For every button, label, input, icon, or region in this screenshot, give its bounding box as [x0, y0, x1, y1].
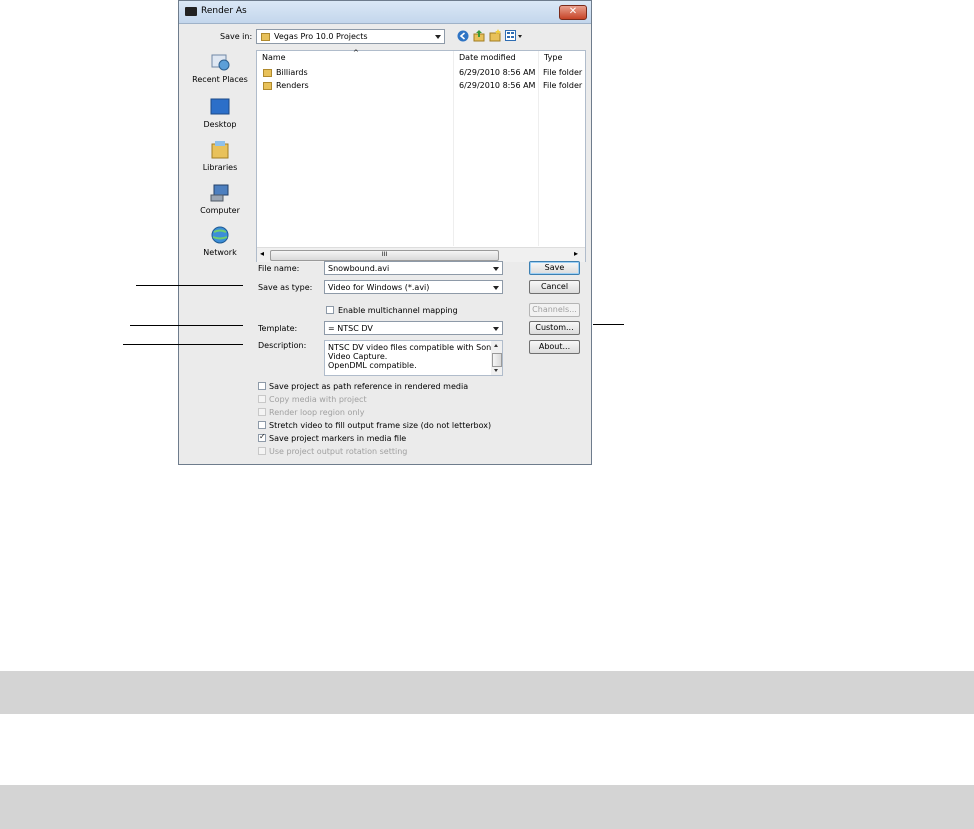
option-label: Stretch video to fill output frame size …: [269, 421, 492, 430]
multichannel-checkbox[interactable]: [326, 306, 334, 314]
type-cell: File folder: [543, 68, 583, 77]
stretch-video-checkbox[interactable]: [258, 421, 266, 429]
callout-line-template: [130, 325, 243, 326]
callout-line-description: [123, 344, 243, 345]
horizontal-scrollbar[interactable]: ◂ III ▸: [257, 247, 585, 262]
place-desktop[interactable]: Desktop: [185, 98, 255, 129]
table-row[interactable]: Renders 6/29/2010 8:56 AM File folder: [257, 80, 585, 93]
save-in-label: Save in:: [220, 32, 253, 41]
scroll-right-arrow[interactable]: ▸: [574, 249, 578, 258]
about-button[interactable]: About...: [529, 340, 580, 354]
back-icon[interactable]: [457, 30, 469, 42]
save-in-value: Vegas Pro 10.0 Projects: [274, 32, 368, 41]
libraries-icon: [211, 141, 229, 159]
save-markers-checkbox[interactable]: [258, 432, 266, 442]
option-label: Save project markers in media file: [269, 434, 407, 443]
file-name-label: File name:: [258, 264, 300, 273]
callout-line-save-as-type: [136, 285, 243, 286]
scroll-up-arrow[interactable]: [494, 344, 498, 347]
render-loop-region-checkbox[interactable]: [258, 408, 266, 416]
place-label: Desktop: [203, 120, 237, 129]
chevron-down-icon[interactable]: [493, 327, 499, 331]
template-label: Template:: [258, 324, 298, 333]
chevron-down-icon[interactable]: [493, 286, 499, 290]
copy-media-checkbox[interactable]: [258, 395, 266, 403]
file-list: Name ^ Date modified Type Billiards 6/29…: [256, 49, 587, 262]
column-header-date-modified[interactable]: Date modified: [454, 51, 539, 65]
render-as-dialog: Render As ✕ Save in: Vegas Pro 10.0 Proj…: [178, 0, 592, 465]
page-band: [0, 785, 974, 829]
chevron-down-icon[interactable]: [493, 267, 499, 271]
sort-ascending-icon: ^: [353, 49, 359, 57]
description-label: Description:: [258, 341, 307, 350]
save-button[interactable]: Save: [529, 261, 580, 275]
chevron-down-icon[interactable]: [435, 35, 441, 39]
description-line: NTSC DV video files compatible with Sony: [328, 343, 496, 352]
place-libraries[interactable]: Libraries: [185, 141, 255, 172]
page-band: [0, 671, 974, 714]
place-computer[interactable]: Computer: [185, 184, 255, 215]
views-menu-icon[interactable]: [505, 30, 523, 42]
up-folder-icon[interactable]: [473, 29, 485, 42]
vertical-scrollbar[interactable]: [491, 341, 502, 375]
option-label: Use project output rotation setting: [269, 447, 408, 456]
place-label: Computer: [200, 206, 240, 215]
folder-icon: [263, 82, 272, 90]
computer-icon: [210, 184, 229, 202]
option-label: Render loop region only: [269, 408, 365, 417]
app-icon: [185, 7, 197, 16]
channels-button[interactable]: Channels...: [529, 303, 580, 317]
template-dropdown[interactable]: = NTSC DV: [324, 321, 503, 335]
option-label: Save project as path reference in render…: [269, 382, 469, 391]
save-in-dropdown[interactable]: Vegas Pro 10.0 Projects: [256, 29, 445, 44]
close-button[interactable]: ✕: [559, 5, 587, 20]
title-bar[interactable]: Render As ✕: [179, 1, 591, 24]
date-cell: 6/29/2010 8:56 AM: [459, 68, 536, 77]
scroll-left-arrow[interactable]: ◂: [260, 249, 264, 258]
recent-places-icon: [211, 54, 230, 71]
network-icon: [211, 226, 229, 244]
type-cell: File folder: [543, 81, 583, 90]
dialog-title: Render As: [201, 6, 247, 16]
option-label: Copy media with project: [269, 395, 367, 404]
scroll-thumb[interactable]: [492, 353, 502, 367]
column-header-name[interactable]: Name ^: [257, 49, 454, 65]
file-name-cell: Billiards: [276, 68, 308, 77]
description-line: OpenDML compatible.: [328, 361, 417, 370]
desktop-icon: [210, 98, 230, 115]
place-label: Libraries: [202, 163, 238, 172]
callout-line-custom: [593, 324, 624, 325]
save-path-reference-checkbox[interactable]: [258, 382, 266, 390]
multichannel-label: Enable multichannel mapping: [338, 306, 458, 315]
scroll-thumb[interactable]: III: [270, 250, 499, 261]
description-box: NTSC DV video files compatible with Sony…: [324, 340, 503, 376]
output-rotation-checkbox[interactable]: [258, 447, 266, 455]
place-recent-places[interactable]: Recent Places: [185, 53, 255, 84]
folder-icon: [263, 69, 272, 77]
file-name-input[interactable]: Snowbound.avi: [324, 261, 503, 275]
place-network[interactable]: Network: [185, 226, 255, 257]
place-label: Recent Places: [192, 75, 248, 84]
folder-icon: [261, 33, 270, 41]
date-cell: 6/29/2010 8:56 AM: [459, 81, 536, 90]
place-label: Network: [203, 248, 237, 257]
table-row[interactable]: Billiards 6/29/2010 8:56 AM File folder: [257, 67, 585, 80]
save-as-type-dropdown[interactable]: Video for Windows (*.avi): [324, 280, 503, 294]
new-folder-icon[interactable]: [489, 29, 501, 42]
file-name-cell: Renders: [276, 81, 309, 90]
description-line: Video Capture.: [328, 352, 388, 361]
scroll-down-arrow[interactable]: [494, 369, 498, 372]
cancel-button[interactable]: Cancel: [529, 280, 580, 294]
custom-button[interactable]: Custom...: [529, 321, 580, 335]
save-as-type-label: Save as type:: [258, 283, 313, 292]
column-header-type[interactable]: Type: [539, 51, 587, 65]
